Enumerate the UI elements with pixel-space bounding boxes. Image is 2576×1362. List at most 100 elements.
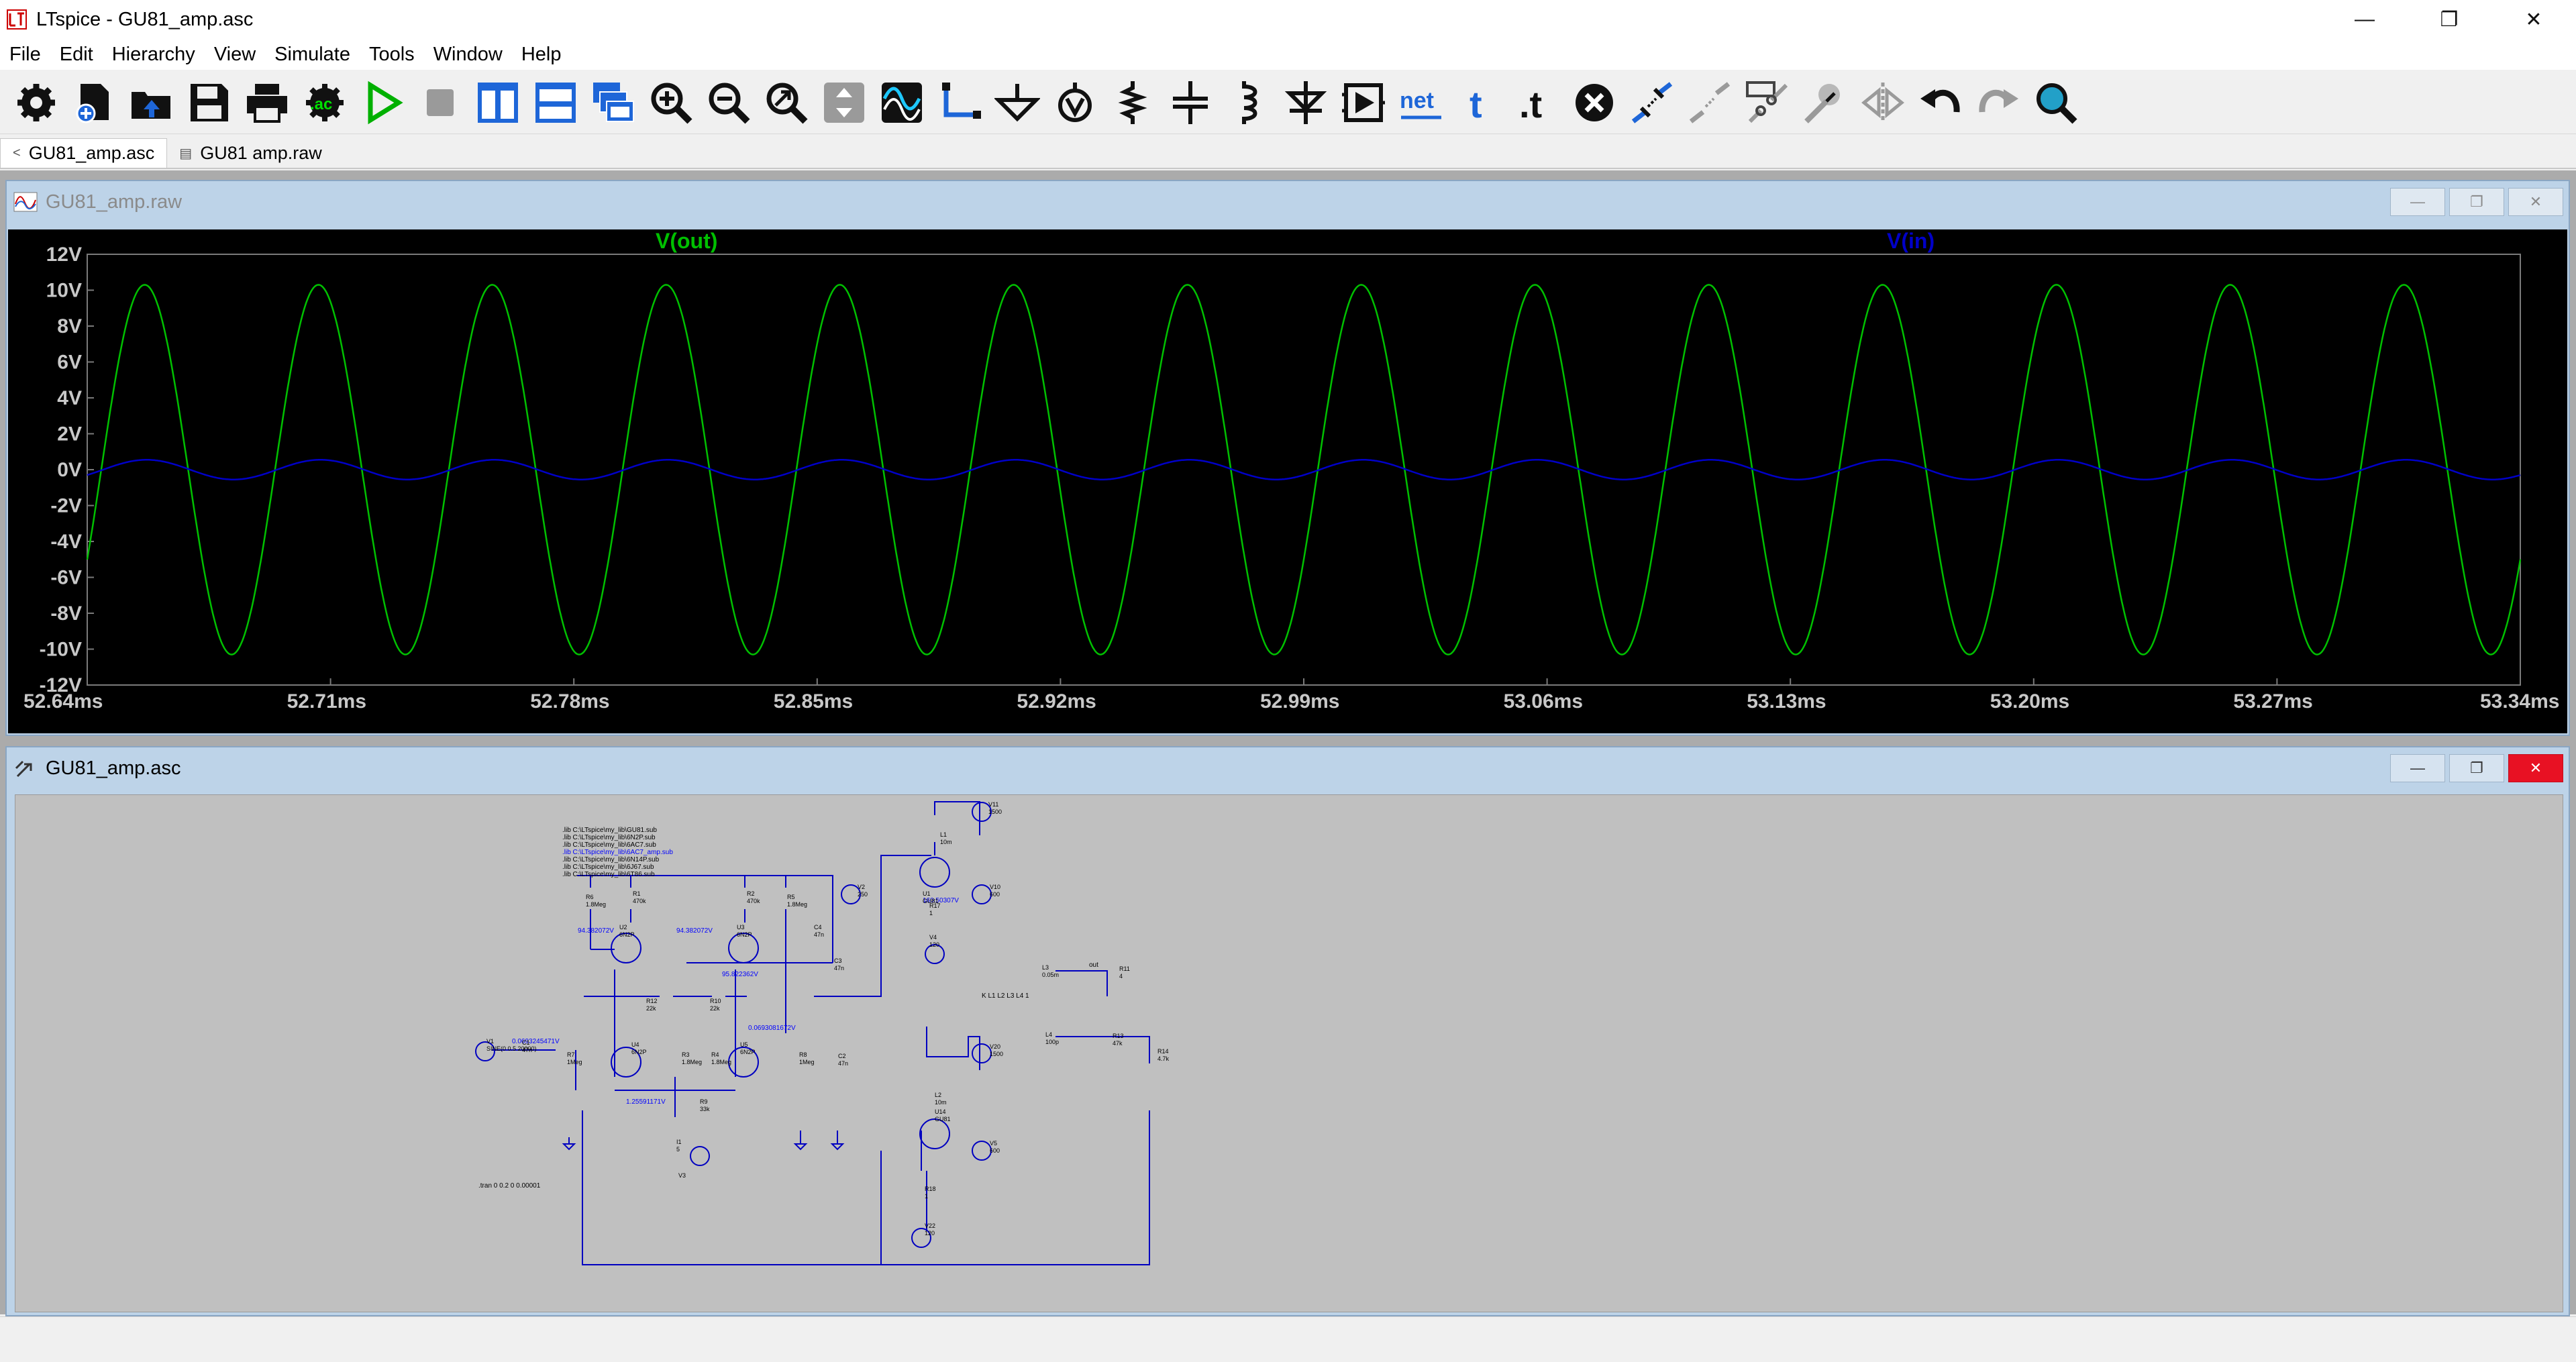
tab-gu81-asc[interactable]: < GU81_amp.asc xyxy=(0,138,168,168)
menu-view[interactable]: View xyxy=(205,44,265,66)
component-ref-label: V5 xyxy=(990,1140,997,1147)
settings-button[interactable] xyxy=(11,77,62,128)
menu-hierarchy[interactable]: Hierarchy xyxy=(103,44,205,66)
x-tick-label: 52.85ms xyxy=(774,690,853,713)
delete-button[interactable] xyxy=(1569,77,1620,128)
label-net-button[interactable] xyxy=(1049,77,1100,128)
schematic-window-caption[interactable]: GU81_amp.asc — ❐ ✕ xyxy=(7,747,2569,789)
lib-directive: .lib C:\LTspice\my_lib\6N2P.sub xyxy=(562,834,656,841)
schematic-close-button[interactable]: ✕ xyxy=(2508,754,2563,782)
y-tick-label: 2V xyxy=(57,423,82,446)
open-button[interactable] xyxy=(126,77,177,128)
net-label-button[interactable]: net xyxy=(1396,77,1447,128)
waveform-window-caption[interactable]: GU81_amp.raw — ❐ ✕ xyxy=(7,181,2569,223)
wire-button[interactable] xyxy=(934,77,985,128)
halt-button[interactable] xyxy=(415,77,466,128)
schematic-drawing[interactable]: .lib C:\LTspice\my_lib\GU81.sub.lib C:\L… xyxy=(15,795,2564,1313)
text-button[interactable]: t xyxy=(1453,77,1504,128)
trace-label-vout[interactable]: V(out) xyxy=(656,229,717,253)
trace-label-vin[interactable]: V(in) xyxy=(1887,229,1935,253)
lib-directive: .lib C:\LTspice\my_lib\6J67.sub xyxy=(562,863,654,871)
new-schematic-icon xyxy=(76,83,109,123)
zoom-fit-button[interactable] xyxy=(761,77,812,128)
zoom-out-button[interactable] xyxy=(703,77,754,128)
waveform-chart[interactable]: 12V10V8V6V4V2V0V-2V-4V-6V-8V-10V-12V 52.… xyxy=(8,229,2567,733)
toolbar: .ac net t .t xyxy=(0,71,2576,134)
redo-button[interactable] xyxy=(1973,77,2024,128)
schematic-minimize-button[interactable]: — xyxy=(2390,754,2445,782)
ac-analysis-button[interactable]: .ac xyxy=(299,77,350,128)
component-ref-label: R2 xyxy=(747,890,755,897)
component-ref-label: R18 xyxy=(925,1186,936,1192)
save-button[interactable] xyxy=(184,77,235,128)
component-button[interactable] xyxy=(1338,77,1389,128)
waveform-plot-area[interactable]: 12V 10V 8V 6V 4V 2V 0V -2V -4V -6V -8V -10V -12V 52.… xyxy=(8,229,2567,733)
wire-icon xyxy=(942,82,981,119)
cascade-button[interactable] xyxy=(588,77,639,128)
open-folder-icon xyxy=(132,91,170,119)
menu-simulate[interactable]: Simulate xyxy=(265,44,360,66)
capacitor-button[interactable] xyxy=(1165,77,1216,128)
minimize-button[interactable]: — xyxy=(2322,0,2407,39)
resistor-button[interactable] xyxy=(1107,77,1158,128)
new-schematic-button[interactable] xyxy=(68,77,119,128)
schematic-restore-button[interactable]: ❐ xyxy=(2449,754,2504,782)
waveform-window[interactable]: GU81_amp.raw — ❐ ✕ 12V 10V 8V 6V 4V 2V 0V -2V -4… xyxy=(5,180,2570,736)
restore-button[interactable]: ❐ xyxy=(2407,0,2491,39)
copy-button[interactable] xyxy=(1742,77,1793,128)
menu-edit[interactable]: Edit xyxy=(50,44,103,66)
tile-horizontal-button[interactable] xyxy=(530,77,581,128)
spice-directive-button[interactable]: .t xyxy=(1511,77,1562,128)
component-value-label: 6N2P xyxy=(619,931,635,938)
cascade-icon xyxy=(593,82,634,122)
autorange-button[interactable] xyxy=(819,77,870,128)
component-ref-label: R1 xyxy=(633,890,641,897)
find-button[interactable] xyxy=(2030,77,2081,128)
trace-vin[interactable] xyxy=(87,459,2521,480)
waveform-minimize-button[interactable]: — xyxy=(2390,188,2445,216)
tab-gu81-raw[interactable]: ▤ GU81 amp.raw xyxy=(167,138,333,168)
run-button[interactable] xyxy=(357,77,408,128)
print-button[interactable] xyxy=(242,77,293,128)
schematic-canvas[interactable]: .lib C:\LTspice\my_lib\GU81.sub .lib C:\L… xyxy=(15,794,2563,1312)
status-bar xyxy=(0,1316,2576,1362)
svg-text:.ac: .ac xyxy=(310,95,332,113)
menu-tools[interactable]: Tools xyxy=(360,44,424,66)
x-tick-label: 53.13ms xyxy=(1747,690,1826,713)
net-label-icon: net xyxy=(1400,88,1441,119)
waveform-close-button[interactable]: ✕ xyxy=(2508,188,2563,216)
y-tick-label: 6V xyxy=(57,352,82,374)
lib-directive: .lib C:\LTspice\my_lib\6AC7.sub xyxy=(562,841,656,849)
menu-file[interactable]: File xyxy=(0,44,50,66)
component-ref-label: U1 xyxy=(923,890,931,897)
waveform-restore-button[interactable]: ❐ xyxy=(2449,188,2504,216)
tile-vertical-icon xyxy=(478,82,518,123)
zoom-fit-icon xyxy=(766,83,808,124)
component-value-label: 47n xyxy=(522,1047,532,1053)
component-ref-label: R17 xyxy=(929,902,941,909)
component-ref-label: I1 xyxy=(676,1139,682,1145)
undo-button[interactable] xyxy=(1915,77,1966,128)
tile-horizontal-icon xyxy=(535,82,576,123)
paste-button[interactable] xyxy=(1800,77,1851,128)
menu-help[interactable]: Help xyxy=(512,44,571,66)
zoom-in-button[interactable] xyxy=(646,77,697,128)
close-button[interactable]: ✕ xyxy=(2491,0,2576,39)
waveform-button[interactable] xyxy=(876,77,927,128)
component-value-label: 470k xyxy=(633,898,646,904)
schematic-window[interactable]: GU81_amp.asc — ❐ ✕ .lib C:\LTspice\my_li… xyxy=(5,746,2570,1316)
diode-button[interactable] xyxy=(1280,77,1331,128)
x-tick-label: 52.71ms xyxy=(287,690,366,713)
mirror-button[interactable] xyxy=(1857,77,1908,128)
inductor-button[interactable] xyxy=(1223,77,1274,128)
capacitor-icon xyxy=(1173,81,1208,124)
tile-vertical-button[interactable] xyxy=(472,77,523,128)
drag-button[interactable] xyxy=(1684,77,1735,128)
node-voltage-label: 0.0693245471V xyxy=(512,1038,560,1045)
ground-button[interactable] xyxy=(992,77,1043,128)
node-voltage-label: 95.822362V xyxy=(722,971,758,978)
move-button[interactable] xyxy=(1627,77,1678,128)
component-value-label: 6N2P xyxy=(737,931,752,938)
menu-window[interactable]: Window xyxy=(424,44,512,66)
waveform-window-icon xyxy=(12,189,39,215)
